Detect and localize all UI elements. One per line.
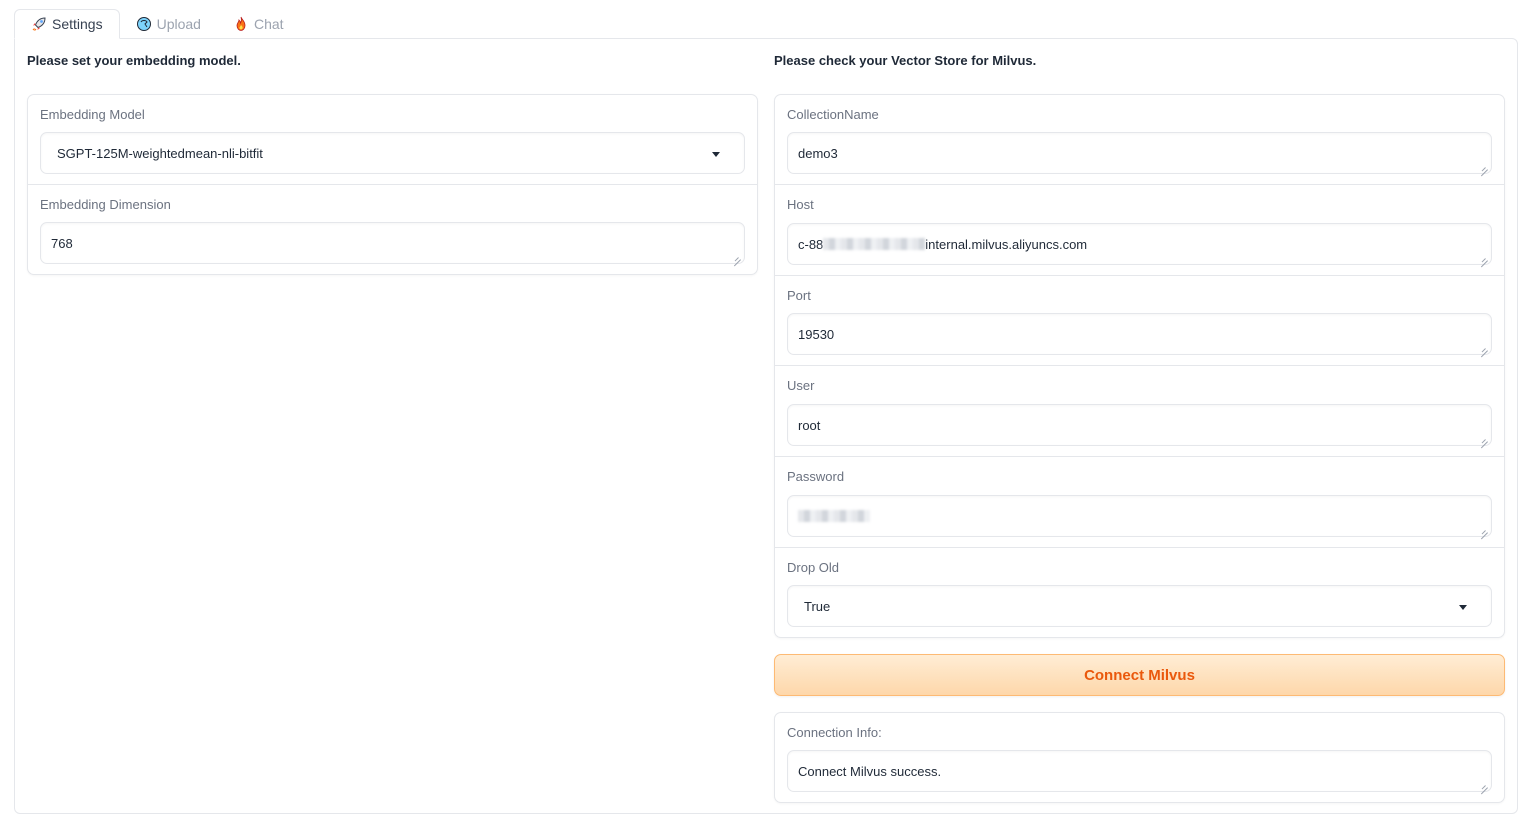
drop-old-label: Drop Old — [787, 560, 840, 575]
resize-handle-icon[interactable] — [1481, 781, 1488, 788]
resize-handle-icon[interactable] — [1481, 163, 1488, 170]
divider — [28, 184, 757, 185]
embedding-dimension-label: Embedding Dimension — [40, 197, 171, 212]
connection-info-field[interactable]: Connect Milvus success. — [787, 750, 1492, 792]
redacted-blur — [823, 238, 926, 250]
chevron-down-icon — [712, 152, 720, 157]
resize-handle-icon[interactable] — [1481, 435, 1488, 442]
tab-bar: Settings Upload Chat — [14, 9, 300, 39]
host-field[interactable]: c-88 internal.milvus.aliyuncs.com — [787, 223, 1492, 265]
rocket-icon — [32, 17, 46, 31]
host-value-suffix: internal.milvus.aliyuncs.com — [925, 236, 1088, 252]
tab-upload[interactable]: Upload — [120, 9, 217, 39]
drop-old-dropdown[interactable]: True — [787, 585, 1492, 627]
divider — [775, 547, 1504, 548]
divider — [775, 456, 1504, 457]
divider — [775, 275, 1504, 276]
resize-handle-icon[interactable] — [734, 253, 741, 260]
divider — [775, 184, 1504, 185]
user-field[interactable]: root — [787, 404, 1492, 446]
vector-store-heading: Please check your Vector Store for Milvu… — [774, 53, 1037, 68]
embedding-dimension-field[interactable]: 768 — [40, 222, 745, 264]
collection-name-label: CollectionName — [787, 107, 879, 122]
connection-info-value: Connect Milvus success. — [798, 763, 942, 779]
fire-icon — [236, 16, 246, 31]
resize-handle-icon[interactable] — [1481, 344, 1488, 351]
embedding-model-dropdown[interactable]: SGPT-125M-weightedmean-nli-bitfit — [40, 132, 745, 174]
redacted-blur — [798, 510, 870, 522]
collection-name-value: demo3 — [798, 145, 838, 161]
embedding-dimension-value: 768 — [51, 235, 73, 251]
port-value: 19530 — [798, 326, 835, 342]
embedding-model-label: Embedding Model — [40, 107, 145, 122]
connection-info-label: Connection Info: — [787, 725, 882, 740]
tab-upload-label: Upload — [156, 16, 201, 32]
port-label: Port — [787, 288, 811, 303]
tab-settings[interactable]: Settings — [14, 9, 120, 39]
tab-chat[interactable]: Chat — [217, 9, 300, 39]
connection-info-group: Connection Info: Connect Milvus success. — [774, 712, 1505, 803]
port-field[interactable]: 19530 — [787, 313, 1492, 355]
drop-old-value: True — [804, 598, 831, 614]
password-field[interactable] — [787, 495, 1492, 537]
host-value-prefix: c-88 — [798, 236, 824, 252]
milvus-settings-group: CollectionName demo3 Host c-88 internal.… — [774, 94, 1505, 638]
tab-chat-label: Chat — [253, 16, 284, 32]
divider — [775, 365, 1504, 366]
connect-milvus-button[interactable]: Connect Milvus — [774, 654, 1505, 696]
embedding-group: Embedding Model SGPT-125M-weightedmean-n… — [27, 94, 758, 275]
tab-settings-label: Settings — [52, 16, 103, 32]
password-label: Password — [787, 469, 845, 484]
chevron-down-icon — [1459, 605, 1467, 610]
host-label: Host — [787, 197, 814, 212]
resize-handle-icon[interactable] — [1481, 526, 1488, 533]
resize-handle-icon[interactable] — [1481, 254, 1488, 261]
user-label: User — [787, 378, 815, 393]
collection-name-field[interactable]: demo3 — [787, 132, 1492, 174]
user-value: root — [798, 417, 821, 433]
embedding-heading: Please set your embedding model. — [27, 53, 241, 68]
upload-icon — [136, 17, 151, 31]
embedding-model-value: SGPT-125M-weightedmean-nli-bitfit — [57, 145, 263, 161]
